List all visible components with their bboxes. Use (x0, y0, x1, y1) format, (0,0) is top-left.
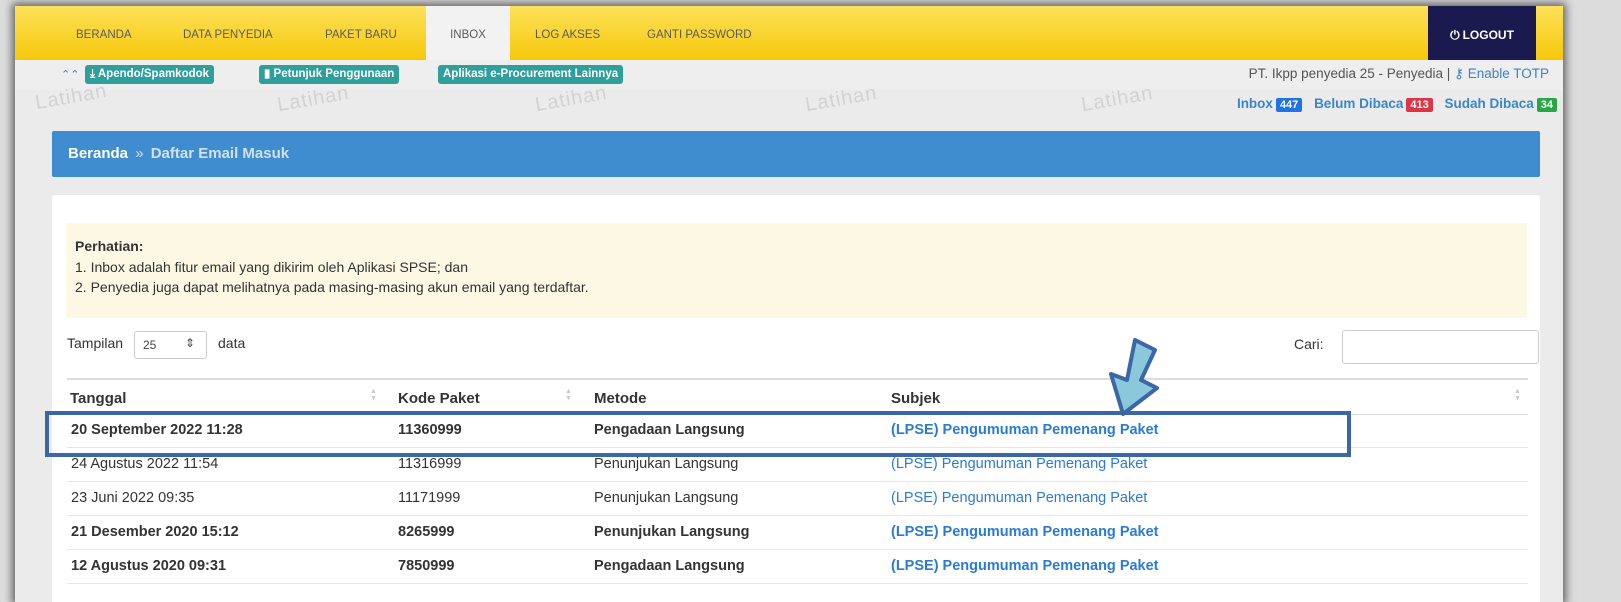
alert-title: Perhatian: (75, 238, 144, 254)
browser-frame: BERANDA DATA PENYEDIA PAKET BARU INBOX L… (15, 6, 1563, 602)
table-row[interactable]: 12 Agustus 2020 09:31 7850999 Pengadaan … (67, 549, 1528, 584)
user-info: PT. Ikpp penyedia 25 - Penyedia | ⚷ Enab… (1249, 66, 1549, 82)
inbox-counts: Inbox 447 Belum Dibaca 413 Sudah Dibaca 34 (1229, 96, 1557, 112)
cell-metode: Penunjukan Langsung (594, 456, 739, 472)
cell-metode: Penunjukan Langsung (594, 490, 739, 506)
top-navbar: BERANDA DATA PENYEDIA PAKET BARU INBOX L… (15, 6, 1563, 60)
select-arrows-icon: ⇕ (185, 336, 196, 350)
cell-subjek-link[interactable]: (LPSE) Pengumuman Pemenang Paket (891, 524, 1159, 540)
nav-data-penyedia[interactable]: DATA PENYEDIA (183, 6, 273, 60)
cell-tanggal: 21 Desember 2020 15:12 (71, 524, 239, 540)
cell-subjek-link[interactable]: (LPSE) Pengumuman Pemenang Paket (891, 490, 1147, 506)
breadcrumb-current: Daftar Email Masuk (150, 145, 290, 162)
read-label: Sudah Dibaca (1444, 96, 1534, 111)
unread-count-link[interactable]: Belum Dibaca 413 (1314, 96, 1433, 112)
cell-metode: Pengadaan Langsung (594, 558, 745, 574)
table-header: Tanggal ▲ ▼ Kode Paket ▲ ▼ Metode Subjek ▲… (67, 378, 1528, 415)
sort-icon: ▲ ▼ (565, 388, 572, 402)
cell-kode: 11316999 (398, 456, 462, 472)
cell-tanggal: 23 Juni 2022 09:35 (71, 490, 195, 506)
cell-kode: 11171999 (398, 490, 461, 506)
totp-label: Enable TOTP (1467, 66, 1549, 81)
read-badge: 34 (1536, 98, 1557, 112)
unread-badge: 413 (1406, 98, 1433, 112)
cell-subjek-link[interactable]: (LPSE) Pengumuman Pemenang Paket (891, 558, 1159, 574)
eproc-apps-link[interactable]: Aplikasi e-Procurement Lainnya (438, 65, 624, 84)
breadcrumb-home[interactable]: Beranda (68, 131, 128, 177)
logout-label: LOGOUT (1462, 28, 1514, 42)
sort-icon: ▲ ▼ (1514, 388, 1521, 402)
breadcrumb-separator: » (135, 145, 144, 162)
table-row[interactable]: 23 Juni 2022 09:35 11171999 Penunjukan L… (67, 481, 1528, 516)
table-row[interactable]: 21 Desember 2020 15:12 8265999 Penunjuka… (67, 515, 1528, 550)
cell-kode: 7850999 (398, 558, 455, 574)
book-icon: ▮ (264, 68, 271, 80)
cell-kode: 8265999 (398, 524, 455, 540)
header-tanggal[interactable]: Tanggal (70, 390, 126, 407)
search-label: Cari: (1294, 336, 1324, 352)
collapse-chevron-icon[interactable]: ⌃⌃ (61, 68, 79, 81)
apendo-label: Apendo/Spamkodok (97, 68, 210, 80)
search-input[interactable] (1342, 330, 1539, 364)
petunjuk-link[interactable]: ▮ Petunjuk Penggunaan (259, 65, 400, 84)
nav-inbox[interactable]: INBOX (426, 6, 510, 60)
logout-button[interactable]: ⏻ LOGOUT (1428, 6, 1536, 60)
page-size-select[interactable]: 25 ⇕ (134, 331, 207, 359)
read-count-link[interactable]: Sudah Dibaca 34 (1444, 96, 1557, 112)
pointer-arrow-icon (1109, 338, 1159, 416)
page-size-value: 25 (143, 338, 157, 352)
eproc-label: Aplikasi e-Procurement Lainnya (443, 68, 619, 80)
notice-alert: Perhatian: 1. Inbox adalah fitur email y… (66, 223, 1527, 318)
nav-ganti-password[interactable]: GANTI PASSWORD (647, 6, 752, 60)
alert-line: 1. Inbox adalah fitur email yang dikirim… (75, 259, 468, 275)
inbox-label: Inbox (1236, 96, 1273, 111)
nav-paket-baru[interactable]: PAKET BARU (325, 6, 397, 60)
inbox-count-link[interactable]: Inbox 447 (1236, 96, 1303, 112)
data-label: data (218, 335, 246, 351)
petunjuk-label: Petunjuk Penggunaan (273, 68, 395, 80)
header-metode[interactable]: Metode (594, 390, 647, 407)
inbox-panel: Perhatian: 1. Inbox adalah fitur email y… (52, 195, 1540, 602)
cell-subjek-link[interactable]: (LPSE) Pengumuman Pemenang Paket (891, 456, 1147, 472)
breadcrumb: Beranda » Daftar Email Masuk (52, 131, 1540, 177)
nav-log-akses[interactable]: LOG AKSES (535, 6, 600, 60)
cell-metode: Penunjukan Langsung (594, 524, 750, 540)
power-icon: ⏻ (1450, 28, 1460, 42)
sort-icon: ▲ ▼ (370, 388, 377, 402)
cell-tanggal: 12 Agustus 2020 09:31 (71, 558, 227, 574)
download-icon: ⤓ (90, 68, 96, 80)
alert-line: 2. Penyedia juga dapat melihatnya pada m… (75, 279, 589, 295)
key-icon: ⚷ (1454, 66, 1464, 81)
inbox-badge: 447 (1275, 98, 1303, 112)
header-kode-paket[interactable]: Kode Paket (398, 390, 480, 407)
cell-tanggal: 24 Agustus 2022 11:54 (71, 456, 219, 472)
nav-beranda[interactable]: BERANDA (76, 6, 132, 60)
header-subjek[interactable]: Subjek (891, 390, 940, 407)
user-text: PT. Ikpp penyedia 25 - Penyedia | (1248, 66, 1451, 81)
unread-label: Belum Dibaca (1314, 96, 1404, 111)
page-size-label: Tampilan (67, 335, 124, 351)
enable-totp-link[interactable]: ⚷ Enable TOTP (1454, 66, 1549, 81)
